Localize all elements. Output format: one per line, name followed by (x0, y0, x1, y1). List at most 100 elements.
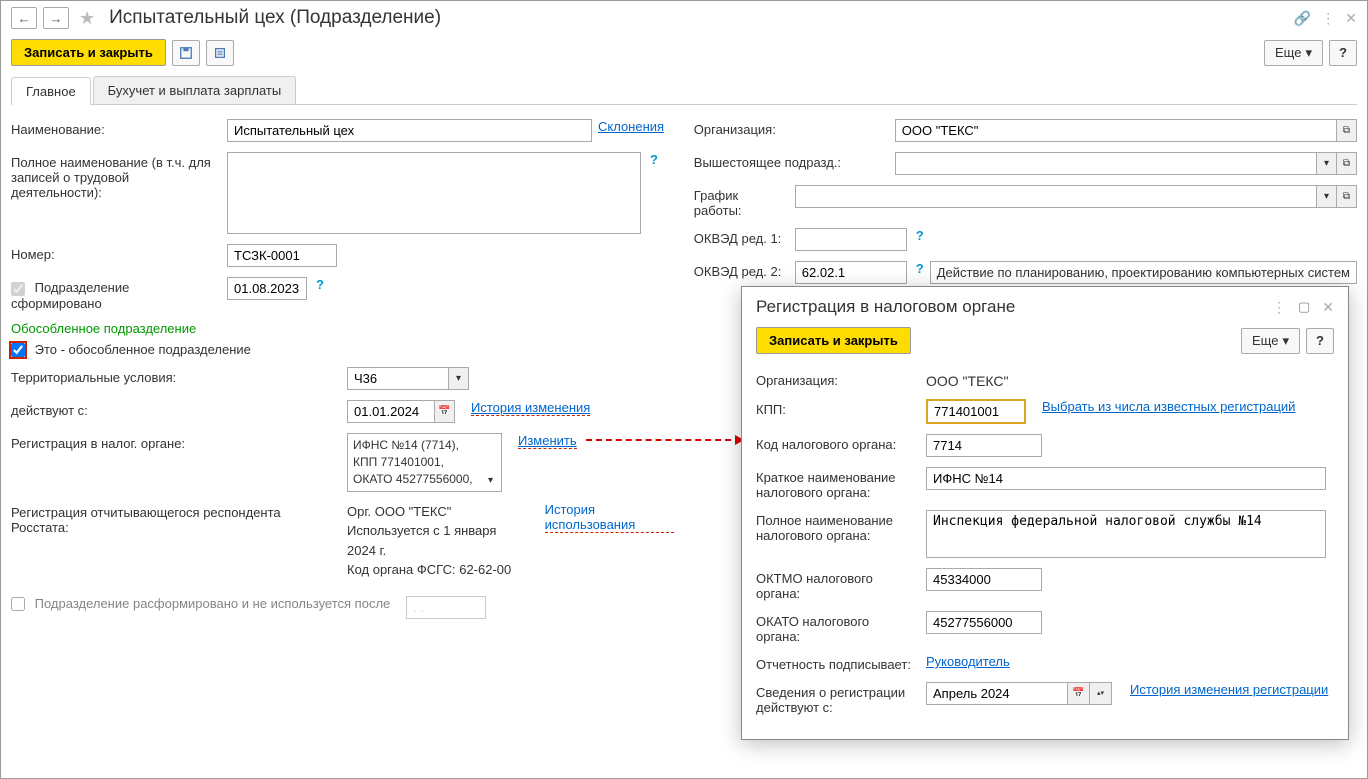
dialog-org-value: ООО "ТЕКС" (926, 370, 1009, 389)
nav-forward-button[interactable]: → (43, 7, 69, 29)
oktmo-label: ОКТМО налогового органа: (756, 568, 916, 601)
change-link[interactable]: Изменить (518, 433, 577, 449)
tab-accounting[interactable]: Бухучет и выплата зарплаты (93, 76, 297, 104)
select-known-link[interactable]: Выбрать из числа известных регистраций (1042, 399, 1295, 414)
open-icon[interactable]: ⧉ (1336, 186, 1356, 207)
kpp-label: КПП: (756, 399, 916, 417)
tax-code-label: Код налогового органа: (756, 434, 916, 452)
parent-lookup[interactable]: ▾ ⧉ (895, 152, 1357, 175)
is-separate-label[interactable]: Это - обособленное подразделение (11, 342, 251, 358)
disbanded-date-input[interactable] (406, 596, 486, 619)
effective-date-combo[interactable]: 📅 (347, 400, 455, 423)
oktmo-input[interactable] (926, 568, 1042, 591)
okved2-input[interactable] (795, 261, 907, 284)
tab-main[interactable]: Главное (11, 77, 91, 105)
favorite-icon[interactable]: ★ (79, 8, 95, 29)
open-icon[interactable]: ⧉ (1336, 153, 1356, 174)
okved1-input[interactable] (795, 228, 907, 251)
nav-back-button[interactable]: ← (11, 7, 37, 29)
page-title: Испытательный цех (Подразделение) (109, 7, 441, 29)
help-icon[interactable]: ? (916, 228, 924, 243)
titlebar: ← → ★ Испытательный цех (Подразделение) … (1, 1, 1367, 35)
form-left-column: Наименование: Склонения Полное наименова… (11, 119, 674, 629)
reg-effective-input[interactable] (927, 683, 1067, 704)
full-name-label: Полное наименование (в т.ч. для записей … (11, 152, 221, 200)
terr-input[interactable] (348, 368, 448, 389)
close-icon[interactable]: ✕ (1322, 299, 1334, 316)
save-and-close-button[interactable]: Записать и закрыть (11, 39, 166, 66)
more-button[interactable]: Еще ▾ (1264, 40, 1323, 66)
number-label: Номер: (11, 244, 221, 262)
formed-date-input[interactable] (227, 277, 307, 300)
dialog-more-button[interactable]: Еще ▾ (1241, 328, 1300, 354)
parent-input[interactable] (896, 153, 1316, 174)
save-icon-button[interactable] (172, 40, 200, 66)
help-icon[interactable]: ? (650, 152, 658, 167)
chevron-down-icon: ▾ (1282, 333, 1289, 349)
name-input[interactable] (227, 119, 592, 142)
rosstat-label: Регистрация отчитывающегося респондента … (11, 502, 341, 535)
link-icon[interactable]: 🔗 (1294, 10, 1311, 27)
full-name-label: Полное наименование налогового органа: (756, 510, 916, 543)
dialog-toolbar: Записать и закрыть Еще ▾ ? (742, 323, 1348, 364)
okato-input[interactable] (926, 611, 1042, 634)
list-icon-button[interactable] (206, 40, 234, 66)
org-input[interactable] (896, 120, 1336, 141)
usage-history-link[interactable]: История использования (545, 502, 674, 533)
schedule-input[interactable] (796, 186, 1316, 207)
declensions-link[interactable]: Склонения (598, 119, 664, 134)
formed-label: Подразделение сформировано (11, 277, 221, 311)
kpp-input[interactable] (926, 399, 1026, 424)
tax-reg-display[interactable]: ИФНС №14 (7714), КПП 771401001, ОКАТО 45… (347, 433, 502, 491)
chevron-down-icon[interactable]: ▾ (1316, 153, 1336, 174)
dialog-titlebar: Регистрация в налоговом органе ⋮ ▢ ✕ (742, 287, 1348, 323)
formed-checkbox (11, 282, 25, 296)
reg-effective-combo[interactable]: 📅 ▴▾ (926, 682, 1112, 705)
name-label: Наименование: (11, 119, 221, 137)
help-icon[interactable]: ? (916, 261, 924, 276)
reg-history-link[interactable]: История изменения регистрации (1130, 682, 1328, 697)
okved2-description: Действие по планированию, проектированию… (930, 261, 1357, 284)
help-button[interactable]: ? (1329, 40, 1357, 66)
signer-label: Отчетность подписывает: (756, 654, 916, 672)
short-name-input[interactable] (926, 467, 1326, 490)
dialog-help-button[interactable]: ? (1306, 328, 1334, 354)
dialog-body: Организация: ООО "ТЕКС" КПП: Выбрать из … (742, 364, 1348, 739)
terr-combo[interactable]: ▾ (347, 367, 469, 390)
chevron-down-icon[interactable]: ▾ (485, 474, 496, 488)
effective-label: действуют с: (11, 400, 341, 418)
maximize-icon[interactable]: ▢ (1298, 299, 1310, 315)
chevron-down-icon[interactable]: ▾ (448, 368, 468, 389)
effective-date-input[interactable] (348, 401, 434, 422)
okved1-label: ОКВЭД ред. 1: (694, 228, 789, 246)
schedule-lookup[interactable]: ▾ ⧉ (795, 185, 1357, 208)
signer-link[interactable]: Руководитель (926, 654, 1010, 669)
kebab-icon[interactable]: ⋮ (1272, 299, 1286, 316)
disbanded-checkbox[interactable] (11, 597, 25, 611)
calendar-icon[interactable]: 📅 (434, 401, 454, 422)
tax-code-input[interactable] (926, 434, 1042, 457)
is-separate-checkbox[interactable] (11, 343, 25, 357)
dialog-title: Регистрация в налоговом органе (756, 297, 1015, 317)
dialog-save-close-button[interactable]: Записать и закрыть (756, 327, 911, 354)
disbanded-label[interactable]: Подразделение расформировано и не исполь… (11, 596, 390, 612)
kebab-icon[interactable]: ⋮ (1321, 10, 1335, 27)
open-icon[interactable]: ⧉ (1336, 120, 1356, 141)
okato-label: ОКАТО налогового органа: (756, 611, 916, 644)
schedule-label: График работы: (694, 185, 789, 218)
stepper-icon[interactable]: ▴▾ (1089, 683, 1111, 704)
org-lookup[interactable]: ⧉ (895, 119, 1357, 142)
tabs: Главное Бухучет и выплата зарплаты (11, 76, 1357, 105)
full-name-input[interactable] (926, 510, 1326, 558)
calendar-icon[interactable]: 📅 (1067, 683, 1089, 704)
full-name-input[interactable] (227, 152, 641, 234)
close-icon[interactable]: ✕ (1345, 10, 1357, 27)
chevron-down-icon[interactable]: ▾ (1316, 186, 1336, 207)
okved2-label: ОКВЭД ред. 2: (694, 261, 789, 279)
history-link[interactable]: История изменения (471, 400, 590, 416)
help-icon[interactable]: ? (316, 277, 324, 292)
number-input[interactable] (227, 244, 337, 267)
dialog-org-label: Организация: (756, 370, 916, 388)
org-label: Организация: (694, 119, 889, 137)
separate-section-title: Обособленное подразделение (11, 321, 674, 336)
